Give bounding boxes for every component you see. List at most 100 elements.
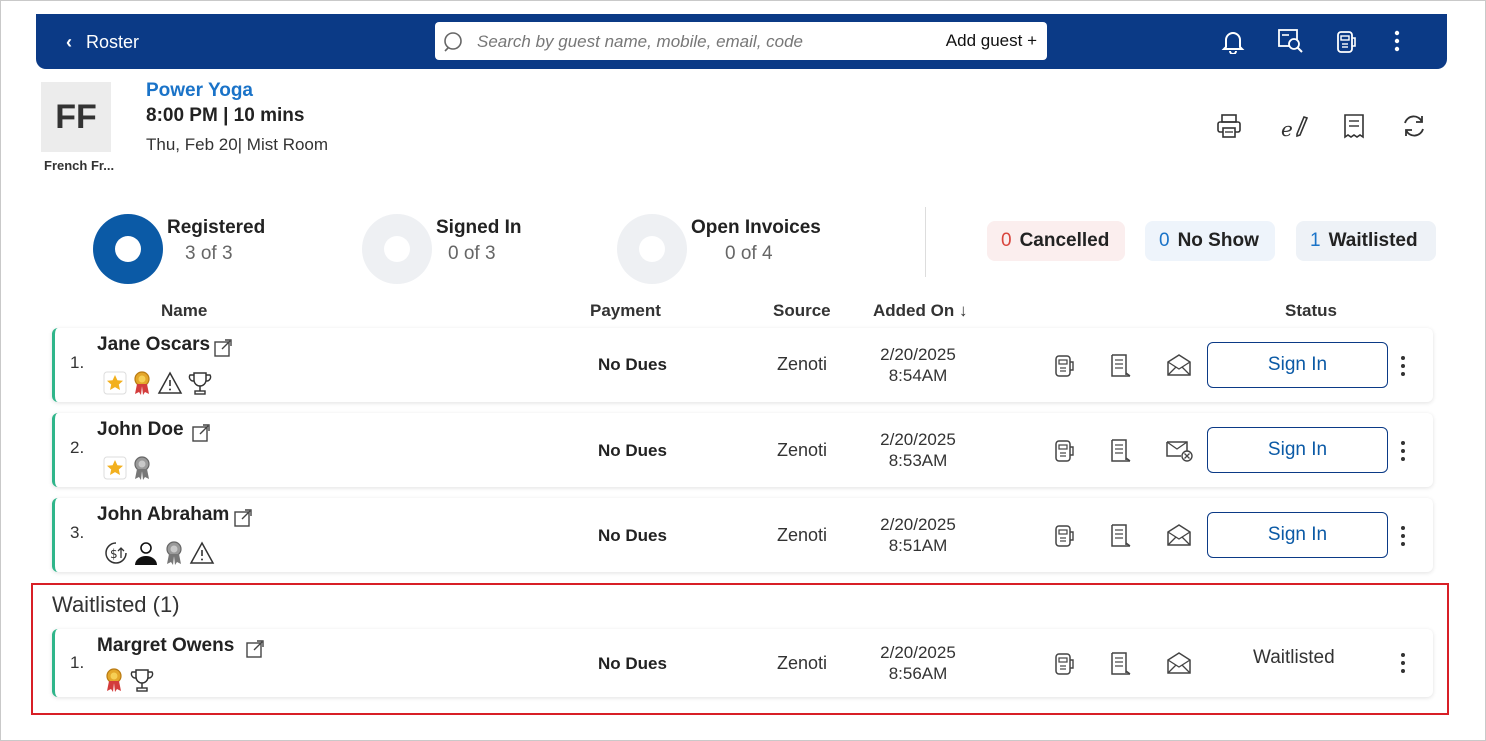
search-document-icon[interactable] [1277,28,1305,56]
instructor-name: French Fr... [44,158,115,173]
card-terminal-icon[interactable] [1052,650,1076,678]
booking-source: Zenoti [777,354,828,374]
cancelled-filter[interactable]: 0 Cancelled [987,221,1125,261]
cancelled-label: Cancelled [1019,230,1110,251]
email-icon[interactable] [1165,522,1193,548]
table-row: 3. John Abraham $ No Dues Zenoti 2/20/20… [52,498,1433,572]
back-label: Roster [86,32,140,52]
waitlisted-status: Waitlisted [1253,647,1335,668]
chevron-left-icon: ‹ [66,32,72,52]
column-header-added-on[interactable]: Added On ↓ [873,301,967,321]
instructor-avatar: FF [41,82,111,152]
added-on: 2/20/2025 8:56AM [858,642,978,684]
stats-divider [925,207,926,277]
receipt-icon[interactable] [1108,352,1134,380]
open-profile-icon[interactable] [245,639,265,659]
search-icon [444,32,462,52]
column-header-source: Source [773,301,831,320]
receipt-icon[interactable] [1108,522,1134,550]
table-row: 1. Jane Oscars No Dues Zenoti 2/20/2025 … [52,328,1433,402]
sign-in-button[interactable]: Sign In [1207,342,1388,388]
added-date: 2/20/2025 [880,515,956,534]
guest-name[interactable]: Margret Owens [97,635,234,657]
open-profile-icon[interactable] [213,338,233,358]
guest-name[interactable]: John Abraham [97,504,229,526]
svg-text:$: $ [110,547,118,561]
class-title[interactable]: Power Yoga [146,80,253,102]
booking-source: Zenoti [777,653,828,673]
column-header-name: Name [161,301,208,320]
booking-source: Zenoti [777,525,828,545]
refresh-icon[interactable] [1400,112,1428,140]
currency-exchange-icon: $ [105,542,127,564]
no-show-filter[interactable]: 0 No Show [1145,221,1275,261]
trophy-icon [130,669,154,692]
payment-status: No Dues [598,355,667,374]
card-terminal-icon[interactable] [1052,352,1076,380]
class-time: 8:00 PM | 10 mins [146,105,305,126]
added-time: 8:51AM [888,536,948,555]
waitlisted-filter[interactable]: 1 Waitlisted [1296,221,1436,261]
row-more-icon[interactable] [1398,354,1408,378]
silver-medal-icon [166,541,182,565]
top-nav-bar: ‹ Roster Add guest + [36,14,1447,69]
open-profile-icon[interactable] [191,423,211,443]
added-on: 2/20/2025 8:54AM [858,344,978,386]
open-invoices-value: 0 of 4 [725,243,773,264]
column-header-status: Status [1285,301,1337,320]
row-more-icon[interactable] [1398,651,1408,675]
row-more-icon[interactable] [1398,524,1408,548]
print-icon[interactable] [1215,112,1243,140]
receipt-icon[interactable] [1108,437,1134,465]
guest-badges [103,455,153,481]
warning-icon [189,541,215,564]
svg-text:e: e [1281,117,1293,140]
table-row: 2. John Doe No Dues Zenoti 2/20/2025 8:5… [52,413,1433,487]
added-on: 2/20/2025 8:51AM [858,514,978,556]
signature-icon[interactable]: e [1280,112,1310,140]
add-guest-button[interactable]: Add guest + [946,31,1037,51]
email-blocked-icon[interactable] [1165,437,1195,463]
added-on: 2/20/2025 8:53AM [858,429,978,471]
no-show-label: No Show [1177,230,1259,251]
signed-in-label: Signed In [436,217,522,238]
card-terminal-icon[interactable] [1052,522,1076,550]
guest-name[interactable]: John Doe [97,419,184,441]
open-profile-icon[interactable] [233,508,253,528]
added-date: 2/20/2025 [880,430,956,449]
receipt-icon[interactable] [1108,650,1134,678]
registered-label: Registered [167,217,266,238]
signed-in-value: 0 of 3 [448,243,496,264]
cancelled-count: 0 [1001,230,1012,251]
sign-in-button[interactable]: Sign In [1207,427,1388,473]
invoice-icon[interactable] [1341,112,1367,140]
card-terminal-icon[interactable] [1052,437,1076,465]
guest-badges [103,667,155,693]
guest-name[interactable]: Jane Oscars [97,334,210,356]
guest-badges: $ [103,540,215,566]
row-index: 1. [70,353,85,372]
back-to-roster-button[interactable]: ‹ Roster [66,32,139,53]
email-icon[interactable] [1165,650,1193,676]
payment-status: No Dues [598,526,667,545]
email-icon[interactable] [1165,352,1193,378]
booking-source: Zenoti [777,440,828,460]
added-date: 2/20/2025 [880,345,956,364]
class-date-room: Thu, Feb 20| Mist Room [146,135,329,154]
no-show-count: 0 [1159,230,1170,251]
more-options-icon[interactable] [1390,28,1404,54]
row-index: 1. [70,653,85,672]
bell-icon[interactable] [1220,28,1246,54]
payment-status: No Dues [598,654,667,673]
card-terminal-icon[interactable] [1334,28,1358,56]
added-time: 8:54AM [888,366,948,385]
warning-icon [157,371,183,394]
sign-in-button[interactable]: Sign In [1207,512,1388,558]
waitlist-row: 1. Margret Owens No Dues Zenoti 2/20/202… [52,629,1433,697]
waitlisted-count: 1 [1310,230,1321,251]
search-input[interactable] [475,28,919,56]
person-icon [135,542,157,565]
added-time: 8:56AM [888,664,948,683]
row-more-icon[interactable] [1398,439,1408,463]
star-icon [103,371,127,395]
